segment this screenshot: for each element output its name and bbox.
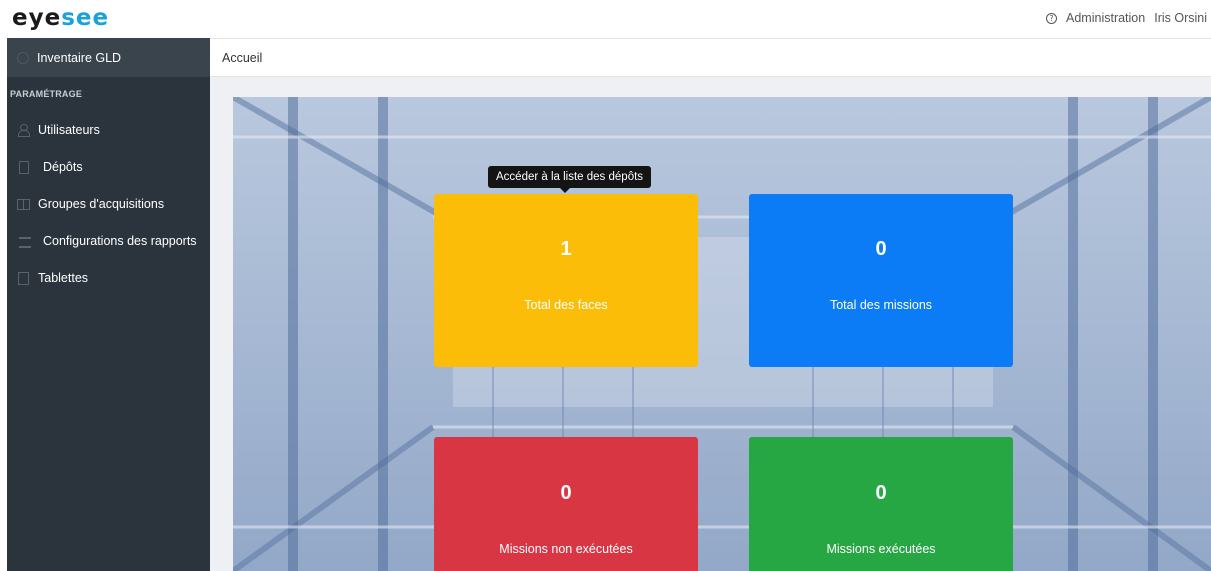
total-faces-card[interactable]: 1 Total des faces — [434, 194, 698, 367]
user-icon — [17, 124, 30, 137]
total-missions-value: 0 — [875, 238, 887, 260]
sidebar-section-title: PARAMÉTRAGE — [10, 89, 83, 99]
sidebar-item-tablettes[interactable]: Tablettes — [7, 259, 210, 296]
missions-executees-value: 0 — [875, 482, 887, 504]
sidebar-item-configurations[interactable]: Configurations des rapports — [7, 222, 210, 259]
sidebar-item-label: Configurations des rapports — [43, 233, 197, 248]
logo-part-a: eye — [12, 5, 62, 31]
missions-non-executees-label: Missions non exécutées — [499, 542, 633, 556]
total-faces-label: Total des faces — [524, 298, 608, 312]
administration-link[interactable]: Administration — [1066, 11, 1145, 25]
sidebar-item-label: Dépôts — [43, 159, 83, 174]
group-icon — [17, 198, 30, 210]
sidebar-item-groupes[interactable]: Groupes d'acquisitions — [7, 185, 210, 222]
sidebar-item-label: Utilisateurs — [38, 122, 100, 137]
top-bar: eyesee ? Administration Iris Orsini — [0, 0, 1211, 38]
sidebar-item-label: Tablettes — [38, 270, 89, 285]
report-config-icon — [19, 235, 32, 248]
depot-icon — [17, 161, 30, 174]
breadcrumb-accueil[interactable]: Accueil — [222, 51, 262, 65]
tablet-icon — [17, 272, 30, 285]
sidebar-item-label: Groupes d'acquisitions — [38, 196, 165, 211]
warehouse-illustration — [233, 97, 1211, 571]
depots-tooltip: Accéder à la liste des dépôts — [488, 166, 652, 193]
breadcrumb: Accueil — [210, 38, 1211, 77]
project-circle-icon — [17, 51, 29, 64]
eyesee-logo[interactable]: eyesee — [12, 5, 109, 31]
user-menu: ? Administration Iris Orsini — [1046, 11, 1207, 25]
project-selector[interactable]: Inventaire GLD — [7, 38, 210, 77]
total-missions-card[interactable]: 0 Total des missions — [749, 194, 1013, 367]
project-name: Inventaire GLD — [37, 50, 122, 65]
help-icon[interactable]: ? — [1046, 12, 1058, 24]
missions-executees-label: Missions exécutées — [826, 542, 936, 556]
missions-non-executees-value: 0 — [560, 482, 572, 504]
logo-part-b: see — [61, 5, 110, 31]
missions-executees-card[interactable]: 0 Missions exécutées — [749, 437, 1013, 571]
total-missions-label: Total des missions — [829, 298, 933, 312]
sidebar-item-depots[interactable]: Dépôts — [7, 148, 210, 185]
total-faces-value: 1 — [560, 238, 572, 260]
sidebar-item-utilisateurs[interactable]: Utilisateurs — [7, 111, 210, 148]
warehouse-background-image — [233, 97, 1211, 571]
missions-non-executees-card[interactable]: 0 Missions non exécutées — [434, 437, 698, 571]
sidebar: Inventaire GLD PARAMÉTRAGE Utilisateurs … — [7, 38, 210, 571]
user-name[interactable]: Iris Orsini — [1154, 11, 1207, 25]
